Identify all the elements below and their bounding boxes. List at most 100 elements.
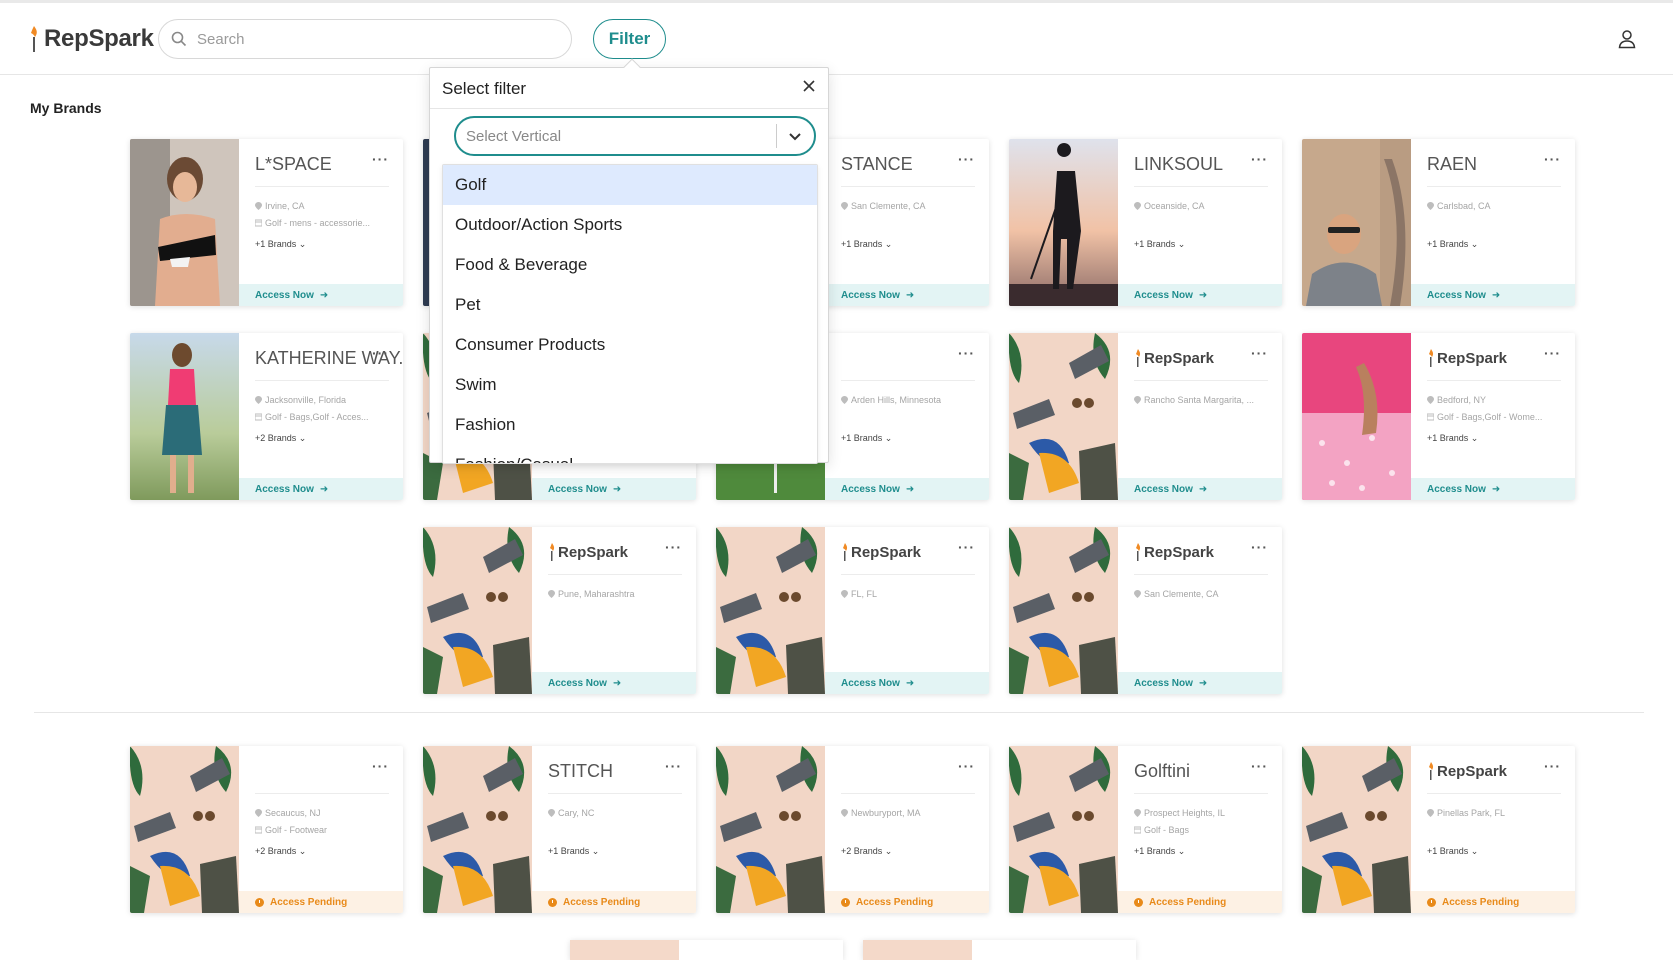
brand-brands-text: +2 Brands bbox=[255, 846, 297, 856]
popover-title: Select filter bbox=[442, 79, 527, 98]
access-now-button[interactable]: Access Now ➜ bbox=[532, 478, 696, 500]
vertical-option[interactable]: Consumer Products bbox=[443, 325, 817, 365]
location-pin-icon bbox=[548, 590, 555, 598]
more-options-icon[interactable]: ··· bbox=[958, 758, 975, 774]
brand-card[interactable]: ··· Secaucus, NJ Golf - Footwear +2 Bran… bbox=[130, 746, 403, 913]
brand-location: Arden Hills, Minnesota bbox=[841, 395, 976, 405]
vertical-option[interactable]: Swim bbox=[443, 365, 817, 405]
brand-card[interactable]: STITCH ··· Cary, NC +1 Brands ⌄ Access P… bbox=[423, 746, 696, 913]
access-now-button[interactable]: Access Now ➜ bbox=[1118, 672, 1282, 694]
pending-icon bbox=[548, 897, 557, 907]
brand-count-dropdown[interactable]: +2 Brands ⌄ bbox=[255, 433, 306, 444]
vertical-option[interactable]: Fashion bbox=[443, 405, 817, 445]
filter-button[interactable]: Filter bbox=[593, 19, 666, 59]
brand-card[interactable]: RepSpark ··· Bedford, NY Golf - Bags,Gol… bbox=[1302, 333, 1575, 500]
brand-location: Carlsbad, CA bbox=[1427, 201, 1562, 211]
more-options-icon[interactable]: ··· bbox=[1251, 345, 1268, 361]
brand-logo: RepSpark bbox=[1427, 347, 1507, 369]
location-pin-icon bbox=[1134, 202, 1141, 210]
user-profile-icon[interactable] bbox=[1617, 29, 1637, 49]
access-now-button[interactable]: Access Now ➜ bbox=[532, 672, 696, 694]
brand-brands-text: +1 Brands bbox=[1427, 433, 1469, 443]
more-options-icon[interactable]: ··· bbox=[372, 345, 389, 361]
brand-card[interactable]: LINKSOUL ··· Oceanside, CA +1 Brands ⌄ A… bbox=[1009, 139, 1282, 306]
vertical-option[interactable]: Food & Beverage bbox=[443, 245, 817, 285]
brand-card[interactable]: RepSpark ··· San Clemente, CA Access Now… bbox=[1009, 527, 1282, 694]
search-bar[interactable] bbox=[158, 19, 572, 59]
more-options-icon[interactable]: ··· bbox=[665, 758, 682, 774]
more-options-icon[interactable]: ··· bbox=[372, 151, 389, 167]
more-options-icon[interactable]: ··· bbox=[1251, 151, 1268, 167]
brand-count-dropdown[interactable]: +1 Brands ⌄ bbox=[1427, 433, 1478, 444]
more-options-icon[interactable]: ··· bbox=[1251, 539, 1268, 555]
brand-count-dropdown[interactable]: +1 Brands ⌄ bbox=[841, 433, 892, 444]
brand-count-dropdown[interactable]: +1 Brands ⌄ bbox=[1427, 239, 1478, 250]
flame-icon bbox=[31, 26, 37, 52]
brand-card[interactable]: ··· Newburyport, MA +2 Brands ⌄ Access P… bbox=[716, 746, 989, 913]
pending-icon bbox=[1134, 897, 1143, 907]
brand-logo-text: RepSpark bbox=[1437, 762, 1508, 780]
brand-count-dropdown[interactable]: +2 Brands ⌄ bbox=[841, 846, 892, 857]
more-options-icon[interactable]: ··· bbox=[958, 345, 975, 361]
brand-category: Golf - Bags bbox=[1134, 825, 1269, 835]
vertical-option[interactable]: Golf bbox=[443, 165, 817, 205]
brand-card-partial[interactable] bbox=[863, 940, 1136, 960]
category-icon bbox=[255, 219, 262, 227]
brand-count-dropdown[interactable]: +1 Brands ⌄ bbox=[841, 239, 892, 250]
brand-card[interactable]: KATHERINE WAY. ··· Jacksonville, Florida… bbox=[130, 333, 403, 500]
more-options-icon[interactable]: ··· bbox=[665, 539, 682, 555]
access-now-button[interactable]: Access Now ➜ bbox=[1118, 478, 1282, 500]
more-options-icon[interactable]: ··· bbox=[1544, 758, 1561, 774]
brand-card-partial[interactable] bbox=[570, 940, 843, 960]
brand-count-dropdown[interactable]: +1 Brands ⌄ bbox=[1134, 846, 1185, 857]
brand-count-dropdown[interactable]: +1 Brands ⌄ bbox=[255, 239, 306, 250]
brand-count-dropdown[interactable]: +1 Brands ⌄ bbox=[548, 846, 599, 857]
access-now-button[interactable]: Access Now ➜ bbox=[825, 478, 989, 500]
brand-card[interactable]: L*SPACE ··· Irvine, CA Golf - mens - acc… bbox=[130, 139, 403, 306]
brand-count-dropdown[interactable]: +2 Brands ⌄ bbox=[255, 846, 306, 857]
brand-count-dropdown[interactable]: +1 Brands ⌄ bbox=[1427, 846, 1478, 857]
vertical-option[interactable]: Outdoor/Action Sports bbox=[443, 205, 817, 245]
brand-card[interactable]: RepSpark ··· Rancho Santa Margarita, ...… bbox=[1009, 333, 1282, 500]
access-now-button[interactable]: Access Now ➜ bbox=[1118, 284, 1282, 306]
access-now-button[interactable]: Access Now ➜ bbox=[1411, 284, 1575, 306]
access-now-button[interactable]: Access Now ➜ bbox=[239, 478, 403, 500]
more-options-icon[interactable]: ··· bbox=[1544, 345, 1561, 361]
brand-status-text: Access Now bbox=[841, 677, 900, 689]
flame-icon bbox=[1429, 349, 1434, 367]
card-divider bbox=[548, 793, 682, 794]
location-pin-icon bbox=[255, 809, 262, 817]
close-icon[interactable] bbox=[801, 78, 817, 94]
access-now-button[interactable]: Access Now ➜ bbox=[825, 672, 989, 694]
vertical-option[interactable]: Pet bbox=[443, 285, 817, 325]
access-now-button[interactable]: Access Now ➜ bbox=[1411, 478, 1575, 500]
access-now-button[interactable]: Access Now ➜ bbox=[825, 284, 989, 306]
more-options-icon[interactable]: ··· bbox=[958, 539, 975, 555]
access-now-button[interactable]: Access Now ➜ bbox=[239, 284, 403, 306]
more-options-icon[interactable]: ··· bbox=[958, 151, 975, 167]
brand-location: Prospect Heights, IL bbox=[1134, 808, 1269, 818]
search-input[interactable] bbox=[197, 30, 557, 48]
brand-photo bbox=[1302, 333, 1411, 500]
more-options-icon[interactable]: ··· bbox=[372, 758, 389, 774]
brand-status-text: Access Now bbox=[548, 483, 607, 495]
brand-card[interactable]: RepSpark ··· Pune, Maharashtra Access No… bbox=[423, 527, 696, 694]
logo-text: RepSpark bbox=[44, 25, 154, 52]
vertical-select[interactable]: Select Vertical bbox=[454, 116, 816, 156]
location-pin-icon bbox=[841, 809, 848, 817]
vertical-option[interactable]: Fashion/Casual bbox=[443, 445, 817, 463]
brand-card[interactable]: RAEN ··· Carlsbad, CA +1 Brands ⌄ Access… bbox=[1302, 139, 1575, 306]
brand-location: Pinellas Park, FL bbox=[1427, 808, 1562, 818]
chevron-down-icon: ⌄ bbox=[591, 846, 600, 856]
brand-card[interactable]: RepSpark ··· FL, FL Access Now ➜ bbox=[716, 527, 989, 694]
brand-photo bbox=[423, 746, 532, 913]
repspark-logo[interactable]: RepSpark bbox=[28, 25, 154, 53]
brand-card[interactable]: Golftini ··· Prospect Heights, IL Golf -… bbox=[1009, 746, 1282, 913]
more-options-icon[interactable]: ··· bbox=[1251, 758, 1268, 774]
chevron-down-icon[interactable] bbox=[786, 127, 804, 145]
more-options-icon[interactable]: ··· bbox=[1544, 151, 1561, 167]
brand-count-dropdown[interactable]: +1 Brands ⌄ bbox=[1134, 239, 1185, 250]
brand-card[interactable]: RepSpark ··· Pinellas Park, FL +1 Brands… bbox=[1302, 746, 1575, 913]
brand-location: Rancho Santa Margarita, ... bbox=[1134, 395, 1269, 405]
vertical-options-list: Golf Outdoor/Action Sports Food & Beverage… bbox=[442, 164, 818, 464]
